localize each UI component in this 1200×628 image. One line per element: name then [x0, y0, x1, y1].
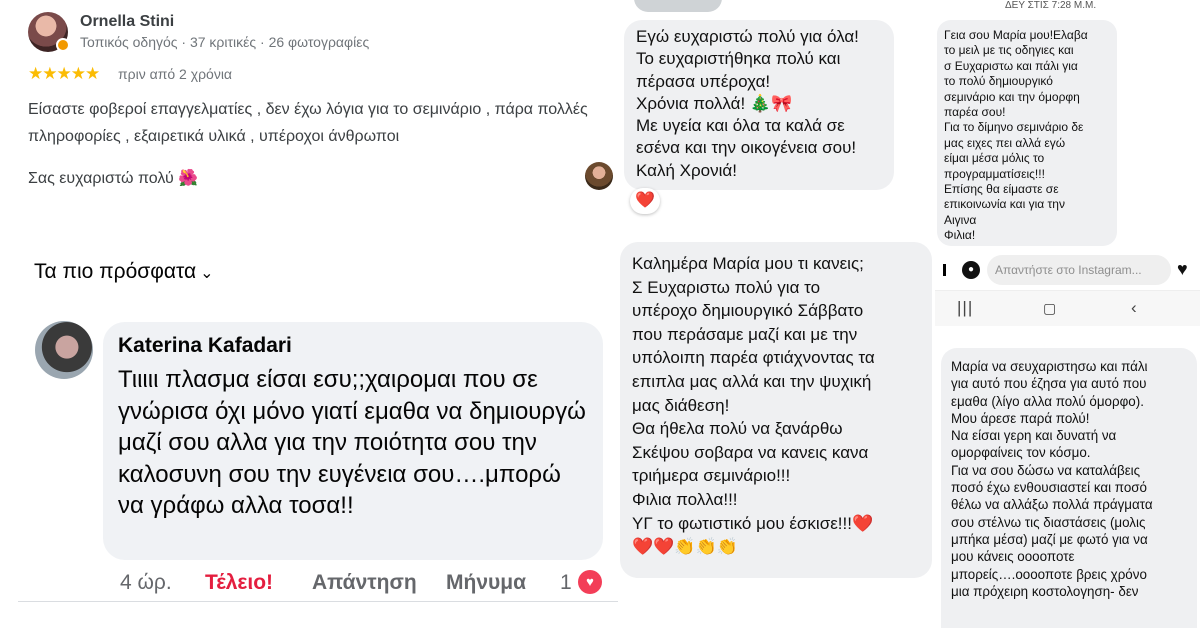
message-line: Σκέψου σοβαρα να κανεις κανα — [632, 442, 869, 462]
android-nav-bar: ||| ▢ ‹ — [935, 290, 1200, 326]
reaction-button[interactable]: Τέλειο! — [205, 571, 273, 595]
reaction-count[interactable]: 1 — [560, 571, 572, 595]
message-line: μας ειχες πει αλλά εγώ — [944, 135, 1066, 150]
message-line: επιπλα μας αλλά και την ψυχική — [632, 371, 872, 391]
commenter-avatar[interactable] — [35, 321, 93, 379]
message-line: Το ευχαριστήθηκα πολύ και — [636, 49, 841, 69]
message-line: που περάσαμε μαζί και με την — [632, 324, 858, 344]
chevron-down-icon: ⌄ — [200, 265, 214, 282]
home-icon[interactable]: ▢ — [1043, 300, 1056, 317]
instagram-message-panel: ΔΕΥ ΣΤΙΣ 7:28 Μ.Μ. Γεια σου Μαρία μου!Ελ… — [935, 0, 1200, 330]
message-line: Μου άρεσε παρά πολύ! — [951, 410, 1090, 426]
message-line: το πολύ δημιουργικό — [944, 74, 1053, 89]
message-line: ομορφαίνεις τον κόσμο. — [951, 445, 1091, 461]
message-line: εμαθα (λίγο αλλα πολύ όμορφο). — [951, 393, 1144, 409]
message-line: Γεια σου Μαρία μου!Ελαβα — [944, 28, 1088, 42]
recent-apps-icon[interactable]: ||| — [957, 298, 973, 318]
message-line: θέλω να αλλάξω πολλά πράγματα — [951, 497, 1153, 513]
message-line: μπήκα μέσα) μαζί με φωτό για να — [951, 531, 1148, 547]
message-line: Να είσαι γερη και δυνατή να — [951, 428, 1117, 444]
facebook-comment-panel: Τα πιο πρόσφατα ⌄ Katerina Kafadari Τιιιι… — [0, 240, 620, 628]
comment-text: Τιιιιι πλασμα είσαι εσυ;;χαιρομαι που σε… — [118, 366, 586, 519]
message-line: σεμινάριο και την όμορφη — [944, 89, 1080, 104]
sort-label: Τα πιο πρόσφατα — [34, 260, 197, 283]
message-line: Μαρία να σευχαριστησω και πάλι — [951, 359, 1148, 374]
star-rating: ★★★★★ — [28, 64, 100, 83]
reviewer-meta: Τοπικός οδηγός · 37 κριτικές · 26 φωτογρ… — [80, 34, 370, 50]
message-line: Καλημέρα Μαρία μου τι κανεις; — [632, 254, 864, 273]
reply-input[interactable]: Απαντήστε στο Instagram... — [987, 255, 1171, 285]
message-line: πέρασα υπέροχα! — [636, 71, 771, 91]
chat-message[interactable]: Καλημέρα Μαρία μου τι κανεις; Σ Ευχαριστ… — [620, 242, 932, 578]
message-reaction-heart-icon[interactable]: ❤️ — [630, 188, 660, 214]
owner-avatar[interactable] — [585, 162, 613, 190]
sort-dropdown[interactable]: Τα πιο πρόσφατα ⌄ — [34, 260, 214, 284]
message-line: για αυτό που έζησα για αυτό που — [951, 376, 1147, 392]
heart-icon[interactable]: ♥ — [578, 570, 602, 594]
comment-time[interactable]: 4 ώρ. — [120, 571, 172, 595]
chat-message[interactable]: Εγώ ευχαριστώ πολύ για όλα! Το ευχαριστή… — [624, 20, 894, 190]
back-icon[interactable]: ‹ — [1131, 298, 1137, 318]
message-line: τριήμερα σεμινάριο!!! — [632, 466, 791, 486]
message-timestamp: ΔΕΥ ΣΤΙΣ 7:28 Μ.Μ. — [1005, 0, 1097, 11]
message-line: είμαι μέσα μόλις το — [944, 151, 1045, 166]
reply-button[interactable]: Απάντηση — [312, 571, 417, 595]
message-line: υπόλοιπη παρέα φτιάχνοντας τα — [632, 348, 875, 368]
message-line: Φιλια! — [944, 228, 976, 243]
camera-icon[interactable] — [943, 264, 946, 276]
message-line: Αιγινα — [944, 212, 977, 227]
message-line: μια πρόχειρη κοστολογηση- δεν — [951, 583, 1139, 599]
review-time: πριν από 2 χρόνια — [118, 66, 233, 82]
message-line: το μειλ με τις οδηγιες και — [944, 43, 1074, 58]
message-line: ποσό έχω ενθουσιαστεί και ποσό — [951, 480, 1148, 496]
message-line: Θα ήθελα πολύ να ξανάρθω — [632, 419, 843, 439]
note-message-panel: Μαρία να σευχαριστησω και πάλι για αυτό … — [935, 336, 1200, 628]
message-line: Με υγεία και όλα τα καλά σε — [636, 116, 845, 136]
message-line: Επίσης θα είμαστε σε — [944, 182, 1059, 197]
message-line: σ Ευχαριστω και πάλι για — [944, 58, 1078, 73]
message-line: ❤️❤️👏👏👏 — [632, 537, 738, 557]
comment-author[interactable]: Katerina Kafadari — [118, 334, 292, 358]
chat-message[interactable]: Μαρία να σευχαριστησω και πάλι για αυτό … — [941, 348, 1197, 628]
message-line: μας διάθεση! — [632, 395, 730, 415]
message-line: Για το δίμηνο σεμινάριο δε — [944, 120, 1084, 135]
reply-bar: ● Απαντήστε στο Instagram... ♥ — [935, 252, 1200, 288]
review-thanks-text: Σας ευχαριστώ πολύ 🌺 — [28, 170, 199, 187]
message-line: μπορείς….οοοοποτε βρεις χρόνο — [951, 566, 1147, 582]
messenger-thread: Εγώ ευχαριστώ πολύ για όλα! Το ευχαριστή… — [620, 0, 935, 628]
shared-image-thumbnail[interactable] — [634, 0, 722, 12]
message-button[interactable]: Μήνυμα — [446, 571, 526, 595]
emoji-icon[interactable]: ● — [962, 261, 980, 279]
message-line: μου κάνεις οοοοποτε — [951, 549, 1075, 565]
heart-icon[interactable]: ♥ — [1177, 259, 1188, 280]
message-line: Εγώ ευχαριστώ πολύ για όλα! — [636, 27, 859, 46]
message-line: επικοινωνία και για την — [944, 197, 1065, 212]
message-line: Φιλια πολλα!!! — [632, 489, 738, 509]
reviewer-name[interactable]: Ornella Stini — [80, 13, 174, 31]
message-line: σου στέλνω τις διαστάσεις (μολις — [951, 514, 1146, 530]
message-line: ΥΓ το φωτιστικό μου έσκισε!!!❤️ — [632, 513, 874, 533]
message-line: προγραμματίσεις!!! — [944, 166, 1045, 181]
message-line: υπέροχο δημιουργικό Σάββατο — [632, 301, 864, 321]
message-line: εσένα και την οικογένεια σου! — [636, 138, 857, 158]
message-line: παρέα σου! — [944, 105, 1006, 120]
review-text: Είσαστε φοβεροί επαγγελματίες , δεν έχω … — [28, 101, 588, 145]
local-guide-badge-icon — [56, 38, 70, 52]
message-line: Για να σου δώσω να καταλάβεις — [951, 462, 1141, 478]
message-line: Καλή Χρονιά! — [636, 160, 737, 180]
message-line: Χρόνια πολλά! 🎄🎀 — [636, 93, 793, 113]
message-line: Σ Ευχαριστω πολύ για το — [632, 277, 821, 297]
divider — [18, 601, 618, 602]
google-review-card: Ornella Stini Τοπικός οδηγός · 37 κριτικ… — [0, 0, 620, 230]
chat-message[interactable]: Γεια σου Μαρία μου!Ελαβα το μειλ με τις … — [937, 20, 1117, 246]
